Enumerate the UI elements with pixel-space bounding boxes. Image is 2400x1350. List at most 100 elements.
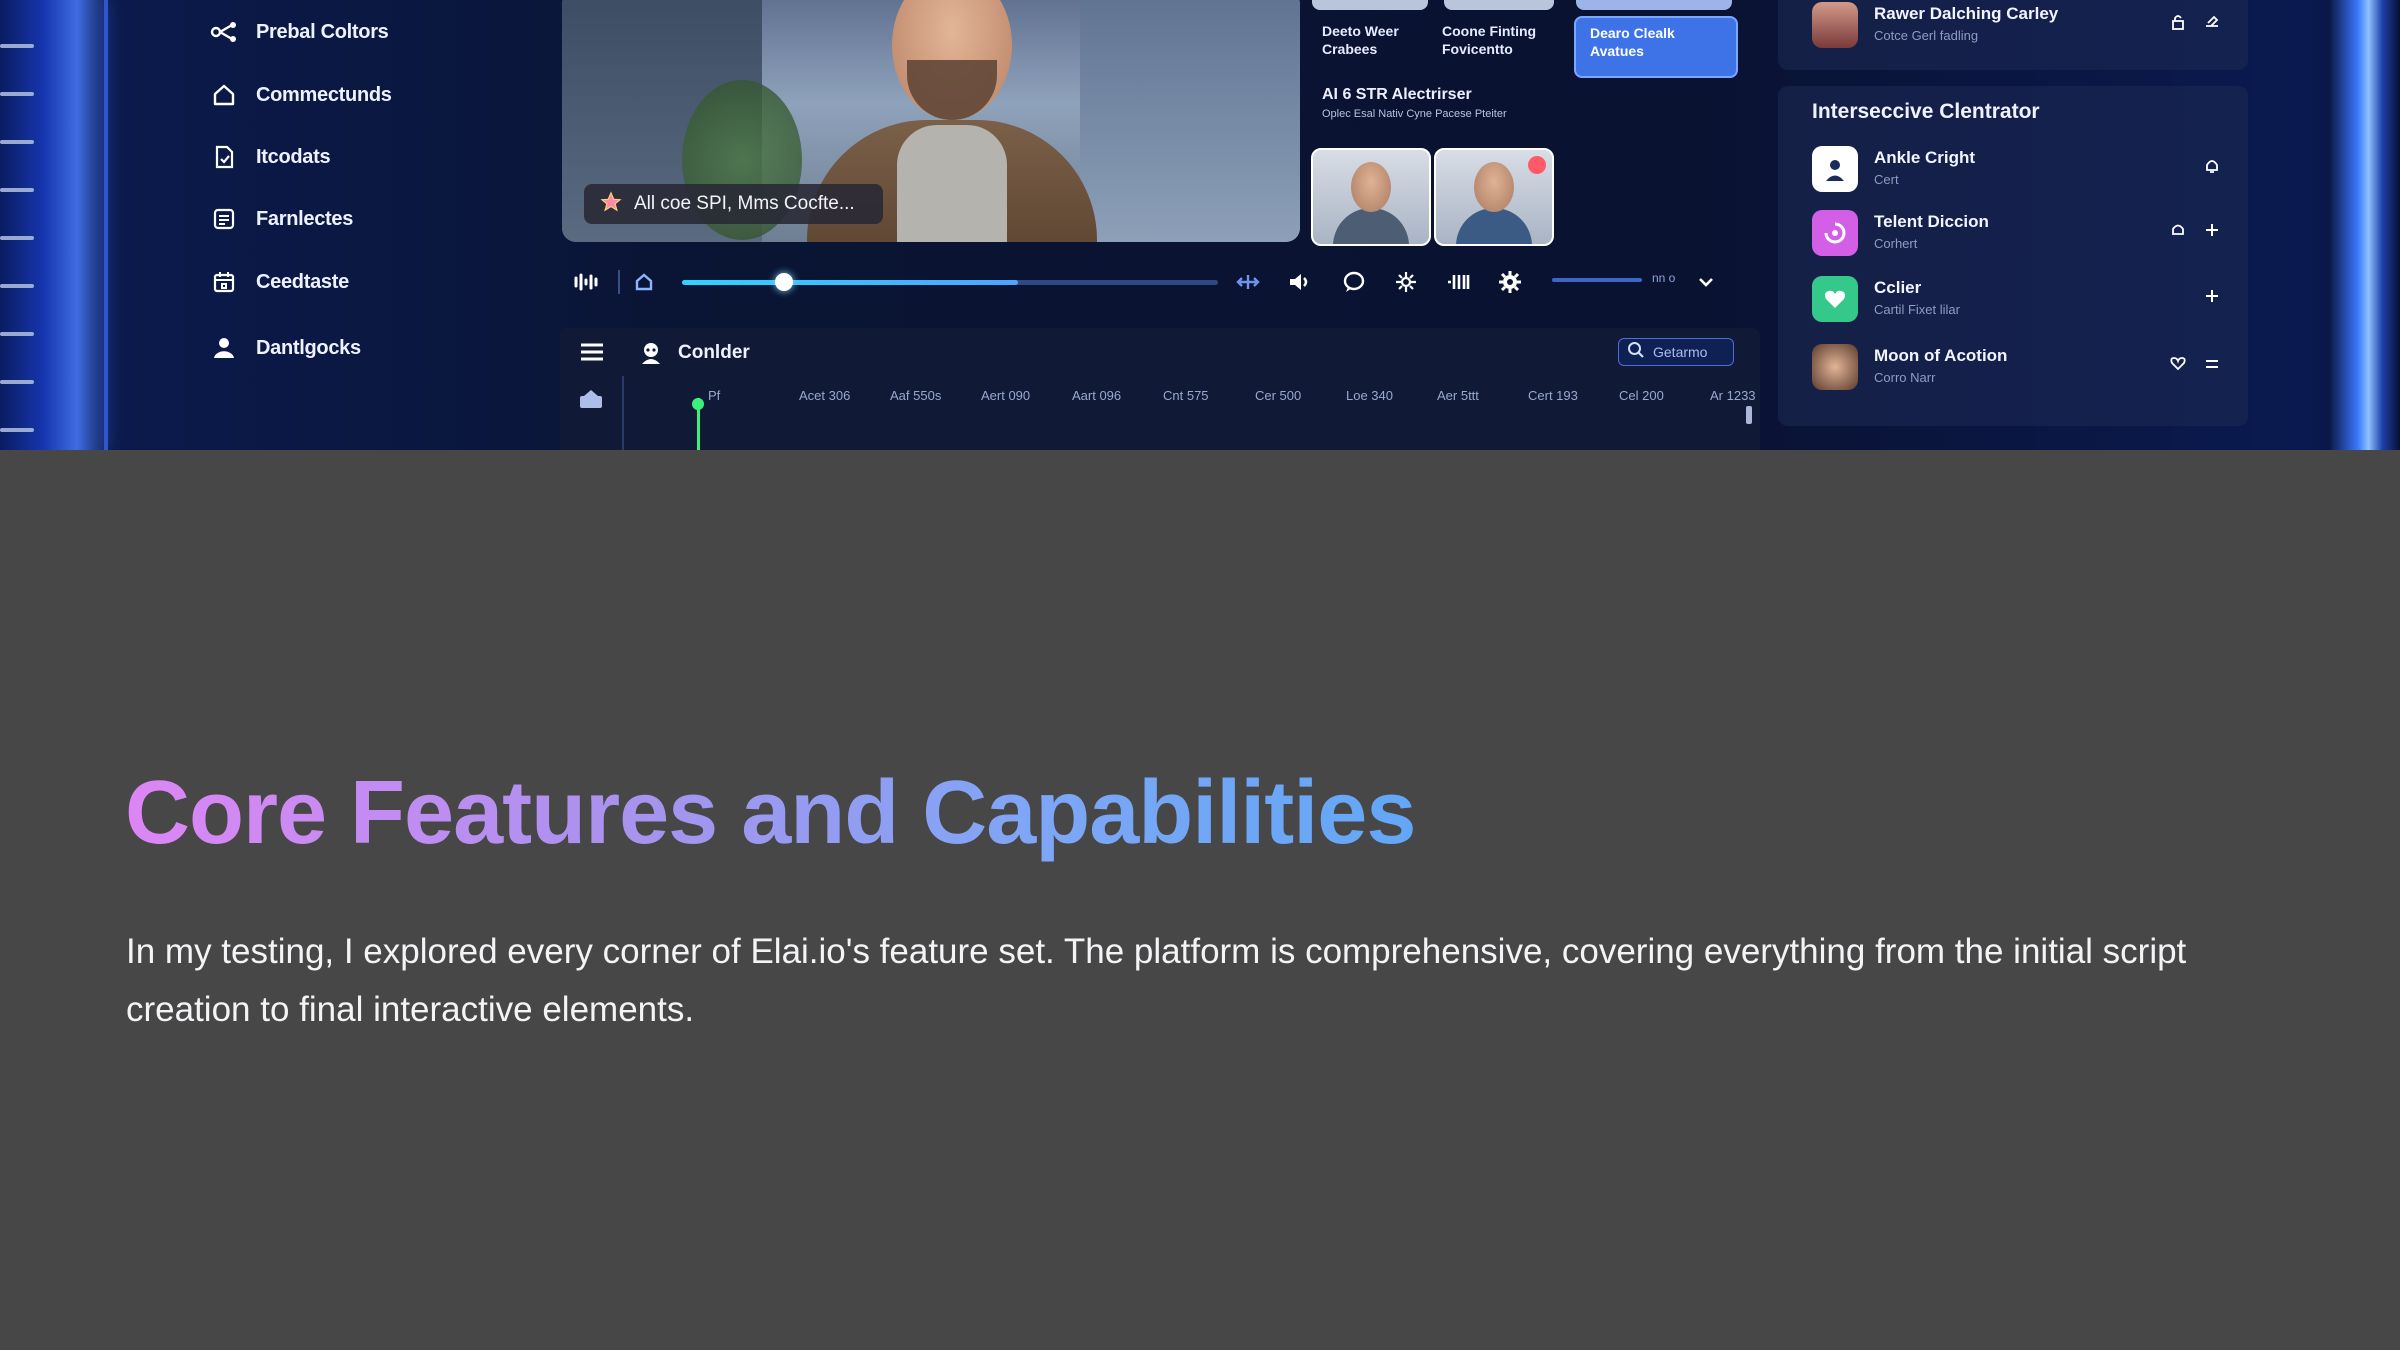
app-screenshot-banner: Prebal Coltors Commectunds Itcodats Farn… [0, 0, 2400, 450]
heart-icon[interactable] [2168, 354, 2188, 374]
volume-slider[interactable] [1552, 278, 1642, 282]
timeline-tick-label: Acet 306 [799, 388, 851, 403]
timeline-tick-label: Ar 1233 [1710, 388, 1756, 403]
timeline-tick-label: Aert 090 [981, 388, 1031, 403]
right-panel-item[interactable]: Ankle Cright Cert [1812, 142, 2222, 198]
add-icon[interactable] [2202, 220, 2222, 240]
star-icon [600, 190, 622, 218]
avatar [1812, 2, 1858, 48]
volume-icon[interactable] [1286, 268, 1314, 296]
home-icon[interactable] [630, 268, 658, 296]
menu-icon[interactable] [578, 340, 606, 369]
columns-icon[interactable] [1444, 268, 1472, 296]
sidebar-item-label: Ceedtaste [256, 270, 349, 293]
volume-label: nn o [1652, 271, 1676, 285]
avatar [1812, 210, 1858, 256]
item-subtitle: Corhert [1874, 236, 1918, 251]
sidebar-item-ceedtaste[interactable]: Ceedtaste [210, 262, 349, 302]
avatar [1812, 146, 1858, 192]
edit-icon[interactable] [2202, 12, 2222, 32]
item-name: Rawer Dalching Carley [1874, 4, 2059, 23]
right-panel-item[interactable]: Telent Diccion Corhert [1812, 206, 2222, 262]
slider-knob[interactable] [774, 273, 793, 291]
sidebar-item-commectunds[interactable]: Commectunds [210, 75, 392, 115]
left-glow-frame [0, 0, 110, 450]
chevron-down-icon[interactable] [1692, 268, 1720, 296]
item-name: Ankle Cright [1874, 148, 1976, 167]
algo-subtitle: Oplec Esal Nativ Cyne Pacese Pteiter [1322, 108, 1507, 120]
avatar-card-2[interactable]: Coone Finting Fovicentto [1442, 22, 1554, 58]
avatar-thumbnail-1[interactable] [1311, 148, 1431, 246]
video-caption: All coe SPI, Mms Cocfte... [584, 184, 883, 224]
section-paragraph: In my testing, I explored every corner o… [126, 932, 2187, 1029]
character-icon [638, 340, 664, 371]
bell-icon[interactable] [2202, 156, 2222, 176]
right-panel: Rawer Dalching Carley Cotce Gerl fadling… [1778, 0, 2248, 450]
section-heading: Core Features and Capabilities [125, 763, 1416, 863]
item-name: Moon of Acotion [1874, 346, 2008, 365]
caption-text: All coe SPI, Mms Cocfte... [634, 193, 855, 214]
bell-icon[interactable] [2168, 220, 2188, 240]
item-subtitle: Cartil Fixet lilar [1874, 302, 1960, 317]
item-subtitle: Corro Narr [1874, 370, 1936, 385]
sidebar-item-farnlectes[interactable]: Farnlectes [210, 199, 353, 239]
home-icon [210, 81, 238, 109]
document-icon [210, 143, 238, 171]
settings-icon[interactable] [1496, 268, 1524, 296]
calendar-icon [210, 268, 238, 296]
timeline-tick-label: Aaf 550s [890, 388, 942, 403]
item-name: Telent Diccion [1874, 212, 1989, 231]
sidebar-item-label: Dantlgocks [256, 336, 361, 359]
avatar [1812, 344, 1858, 390]
menu-icon[interactable] [2202, 354, 2222, 374]
algo-title: AI 6 STR Alectrirser [1322, 86, 1472, 103]
right-panel-item[interactable]: Cclier Cartil Fixet lilar [1812, 272, 2222, 328]
avatar [1812, 276, 1858, 322]
timeline-tick-label: Aart 096 [1072, 388, 1122, 403]
item-name: Cclier [1874, 278, 1922, 297]
timeline-tick-label: Pf [708, 388, 721, 403]
progress-slider[interactable] [682, 273, 1218, 291]
sidebar-item-dantlgocks[interactable]: Dantlgocks [210, 328, 361, 368]
effects-icon[interactable] [1392, 268, 1420, 296]
connections-icon [210, 18, 238, 46]
track-icon[interactable] [578, 388, 604, 415]
right-panel-top-item[interactable]: Rawer Dalching Carley Cotce Gerl fadling [1812, 0, 2222, 54]
timeline-tick-label: Aer 5ttt [1437, 388, 1479, 403]
item-subtitle: Cotce Gerl fadling [1874, 28, 1979, 43]
avatar-thumbnail-2[interactable] [1434, 148, 1554, 246]
player-controls: nn o [572, 262, 1722, 302]
search-placeholder: Getarmo [1653, 344, 1708, 360]
lock-icon[interactable] [2168, 12, 2188, 32]
timeline-tick-label: Loe 340 [1346, 388, 1393, 403]
avatar-card-1[interactable]: Deeto Weer Crabees [1322, 22, 1434, 58]
grid-icon [210, 205, 238, 233]
avatar-card-3-label: Dearo Clealk Avatues [1590, 25, 1675, 59]
avatar-card-selected[interactable]: Dearo Clealk Avatues [1574, 16, 1738, 78]
timeline-tick-label: Cer 500 [1255, 388, 1302, 403]
expand-icon[interactable] [1234, 268, 1262, 296]
user-icon [210, 334, 238, 362]
right-glow-frame [2330, 0, 2400, 450]
timeline-tick-label: Cnt 575 [1163, 388, 1209, 403]
right-panel-item[interactable]: Moon of Acotion Corro Narr [1812, 340, 2222, 396]
record-icon [1528, 156, 1546, 174]
sidebar-item-itcodats[interactable]: Itcodats [210, 137, 331, 177]
item-subtitle: Cert [1874, 172, 1899, 187]
sidebar-item-prebal-coltors[interactable]: Prebal Coltors [210, 12, 389, 52]
search-icon [1627, 341, 1645, 364]
chat-icon[interactable] [1340, 268, 1368, 296]
timeline-tick-label: Cert 193 [1528, 388, 1578, 403]
waveform-icon[interactable] [572, 268, 600, 296]
sidebar-item-label: Itcodats [256, 145, 331, 168]
timeline-track-header [560, 376, 624, 450]
sidebar-item-label: Farnlectes [256, 207, 354, 230]
playhead[interactable] [697, 398, 700, 450]
timeline-tick-label: Cel 200 [1619, 388, 1664, 403]
timeline-search-input[interactable]: Getarmo [1618, 338, 1734, 366]
timeline-scrollbar[interactable] [1746, 406, 1752, 424]
add-icon[interactable] [2202, 286, 2222, 306]
timeline-title: Conlder [678, 342, 750, 363]
timeline-panel: Conlder Getarmo Pf Acet 306 Aaf 550s Aert 0… [560, 328, 1760, 450]
sidebar-item-label: Prebal Coltors [256, 20, 389, 43]
